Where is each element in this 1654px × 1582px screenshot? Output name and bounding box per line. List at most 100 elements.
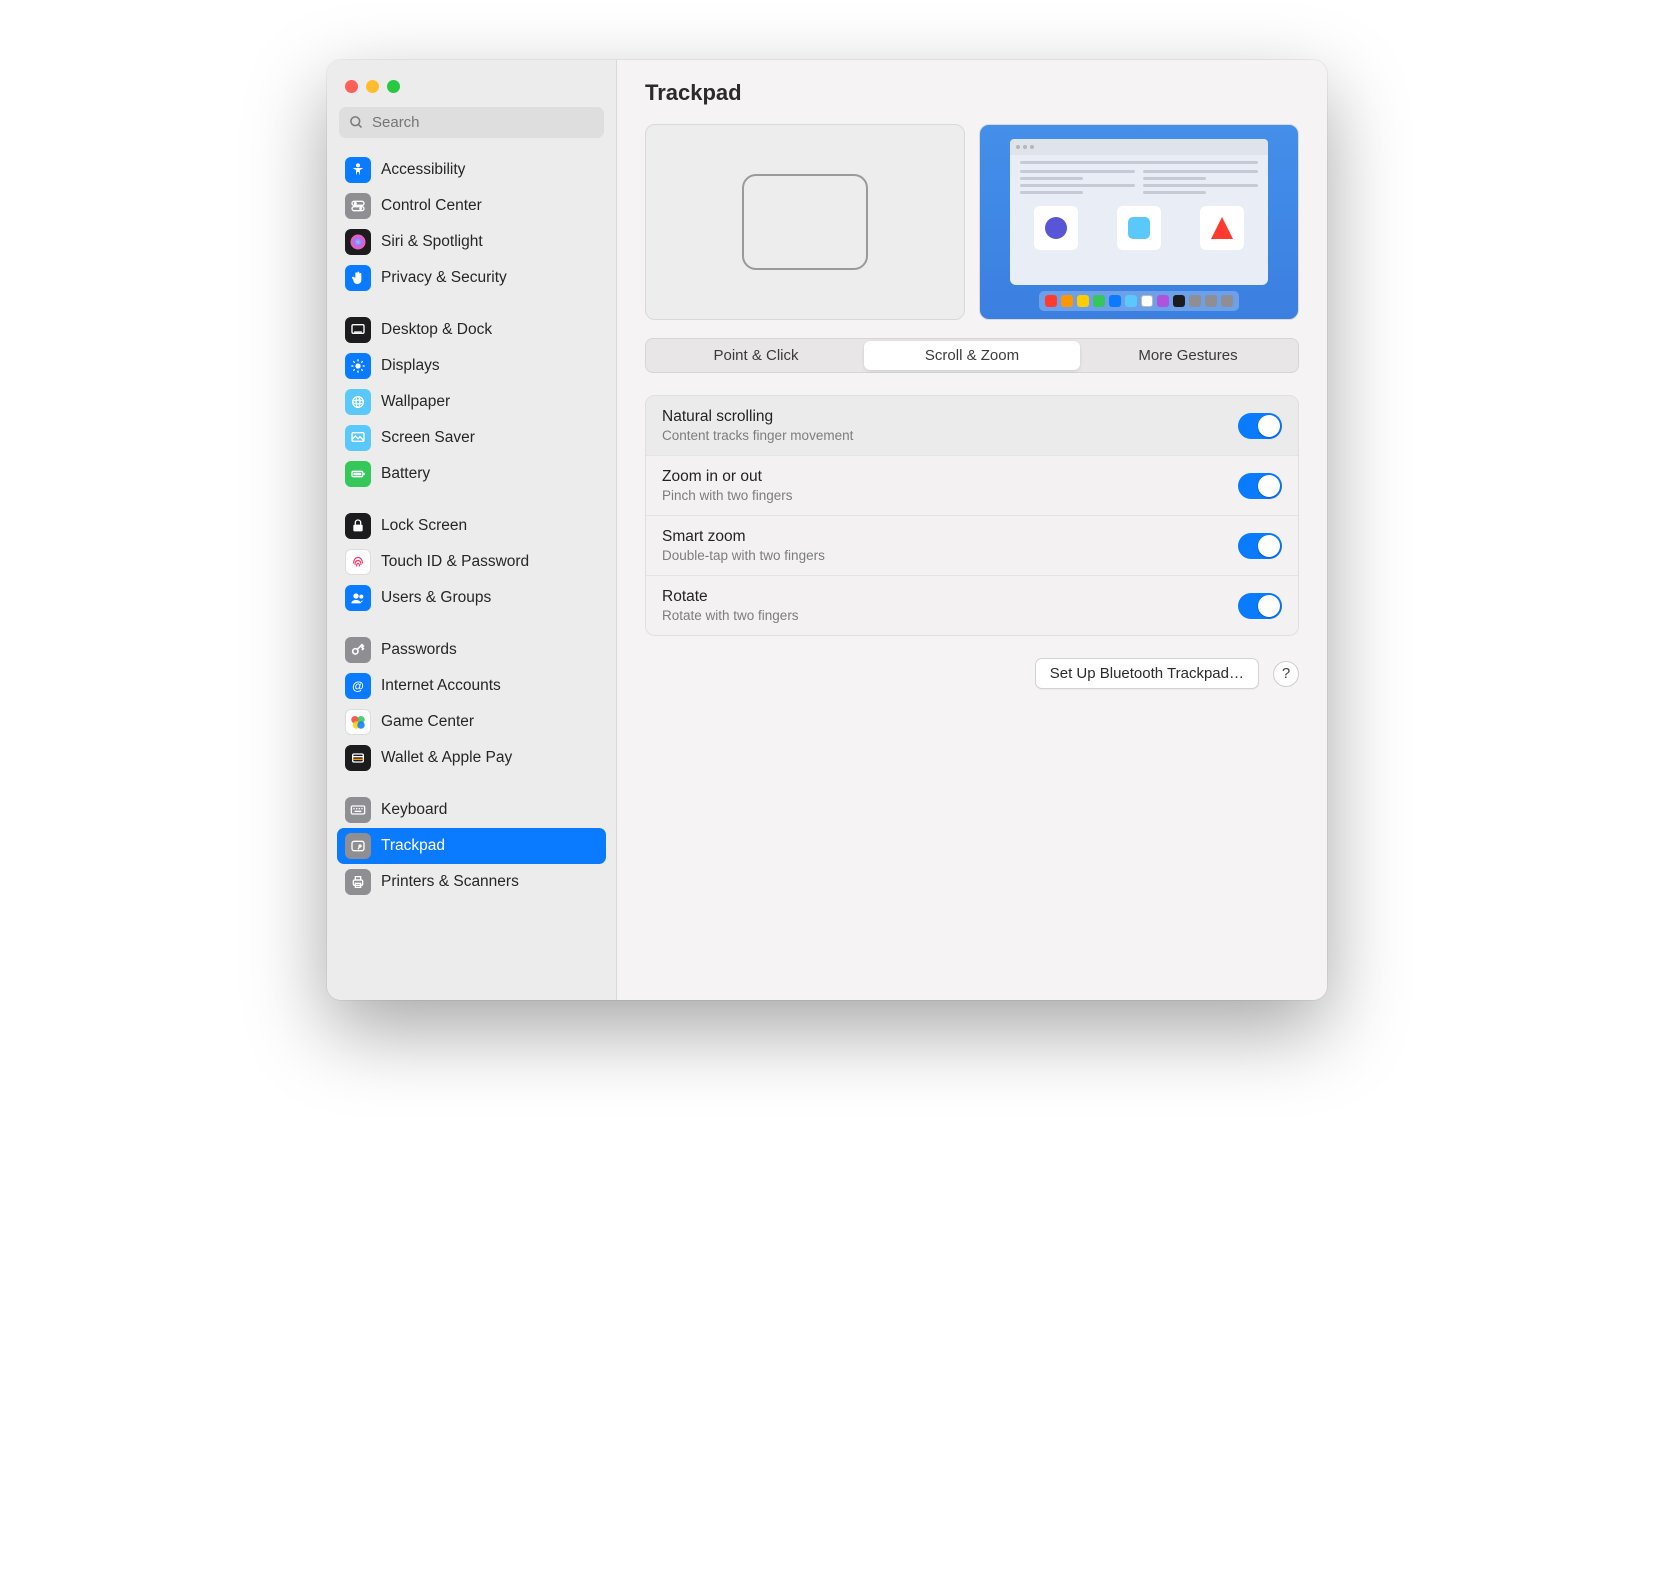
sidebar-item-label: Touch ID & Password [381,553,529,571]
setting-subtitle: Pinch with two fingers [662,488,793,503]
sidebar-item-label: Screen Saver [381,429,475,447]
sidebar-item-label: Privacy & Security [381,269,507,287]
sidebar-item-label: Game Center [381,713,474,731]
sidebar-item-control-center[interactable]: Control Center [337,188,606,224]
sidebar-item-internet-accounts[interactable]: @ Internet Accounts [337,668,606,704]
search-icon [349,115,364,130]
preview-window [1010,139,1268,285]
sidebar: Accessibility Control Center Siri & Spotli… [327,60,617,1000]
sidebar-item-label: Siri & Spotlight [381,233,483,251]
trackpad-shape-icon [742,174,868,270]
tab-scroll-zoom[interactable]: Scroll & Zoom [864,341,1080,370]
sidebar-item-screen-saver[interactable]: Screen Saver [337,420,606,456]
sidebar-item-printers-scanners[interactable]: Printers & Scanners [337,864,606,900]
search-input[interactable] [372,114,594,131]
sidebar-item-wallet-apple-pay[interactable]: Wallet & Apple Pay [337,740,606,776]
sidebar-item-accessibility[interactable]: Accessibility [337,152,606,188]
sidebar-item-siri-spotlight[interactable]: Siri & Spotlight [337,224,606,260]
users-icon [345,585,371,611]
setting-title: Natural scrolling [662,408,853,426]
tab-point-click[interactable]: Point & Click [648,341,864,370]
preview-dock [1039,291,1239,311]
sidebar-item-label: Accessibility [381,161,465,179]
help-button[interactable]: ? [1273,661,1299,687]
setting-title: Smart zoom [662,528,825,546]
sidebar-item-label: Desktop & Dock [381,321,492,339]
setting-row-smart-zoom: Smart zoom Double-tap with two fingers [646,515,1298,575]
sidebar-item-label: Displays [381,357,440,375]
battery-icon [345,461,371,487]
at-icon: @ [345,673,371,699]
setting-title: Zoom in or out [662,468,793,486]
sidebar-item-desktop-dock[interactable]: Desktop & Dock [337,312,606,348]
sidebar-item-battery[interactable]: Battery [337,456,606,492]
sidebar-item-label: Keyboard [381,801,447,819]
sidebar-item-privacy-security[interactable]: Privacy & Security [337,260,606,296]
sidebar-item-lock-screen[interactable]: Lock Screen [337,508,606,544]
toggle-natural-scrolling[interactable] [1238,413,1282,439]
toggle-rotate[interactable] [1238,593,1282,619]
preview-row [645,124,1299,320]
sidebar-item-touch-id-password[interactable]: Touch ID & Password [337,544,606,580]
sidebar-nav: Accessibility Control Center Siri & Spotli… [327,148,616,1000]
setting-row-rotate: Rotate Rotate with two fingers [646,575,1298,635]
close-button[interactable] [345,80,358,93]
printer-icon [345,869,371,895]
setting-row-zoom-in-or-out: Zoom in or out Pinch with two fingers [646,455,1298,515]
sidebar-item-users-groups[interactable]: Users & Groups [337,580,606,616]
displays-icon [345,353,371,379]
wallpaper-icon [345,389,371,415]
desktop-preview [979,124,1299,320]
sidebar-item-wallpaper[interactable]: Wallpaper [337,384,606,420]
setup-bluetooth-trackpad-button[interactable]: Set Up Bluetooth Trackpad… [1035,658,1259,689]
setting-subtitle: Rotate with two fingers [662,608,799,623]
siri-icon [345,229,371,255]
window-controls [327,76,616,107]
gamecenter-icon [345,709,371,735]
system-settings-window: Accessibility Control Center Siri & Spotli… [327,60,1327,1000]
sidebar-item-game-center[interactable]: Game Center [337,704,606,740]
toggle-smart-zoom[interactable] [1238,533,1282,559]
tab-more-gestures[interactable]: More Gestures [1080,341,1296,370]
footer: Set Up Bluetooth Trackpad… ? [645,658,1299,689]
svg-text:@: @ [352,679,364,693]
page-title: Trackpad [645,80,1299,106]
sidebar-item-label: Printers & Scanners [381,873,519,891]
sidebar-item-displays[interactable]: Displays [337,348,606,384]
trackpad-icon [345,833,371,859]
control-center-icon [345,193,371,219]
maximize-button[interactable] [387,80,400,93]
sidebar-item-label: Lock Screen [381,517,467,535]
search-field[interactable] [339,107,604,138]
sidebar-item-label: Battery [381,465,430,483]
setting-row-natural-scrolling: Natural scrolling Content tracks finger m… [646,396,1298,455]
hand-icon [345,265,371,291]
setting-subtitle: Content tracks finger movement [662,428,853,443]
settings-group: Natural scrolling Content tracks finger m… [645,395,1299,636]
sidebar-item-label: Internet Accounts [381,677,501,695]
sidebar-item-label: Trackpad [381,837,445,855]
wallet-icon [345,745,371,771]
setting-subtitle: Double-tap with two fingers [662,548,825,563]
sidebar-item-trackpad[interactable]: Trackpad [337,828,606,864]
setting-title: Rotate [662,588,799,606]
tab-bar: Point & ClickScroll & ZoomMore Gestures [645,338,1299,373]
screensaver-icon [345,425,371,451]
key-icon [345,637,371,663]
sidebar-item-label: Passwords [381,641,457,659]
touchid-icon [345,549,371,575]
sidebar-item-label: Wallpaper [381,393,450,411]
desktop-dock-icon [345,317,371,343]
sidebar-item-label: Control Center [381,197,482,215]
accessibility-icon [345,157,371,183]
sidebar-item-label: Users & Groups [381,589,491,607]
minimize-button[interactable] [366,80,379,93]
keyboard-icon [345,797,371,823]
lock-icon [345,513,371,539]
sidebar-item-keyboard[interactable]: Keyboard [337,792,606,828]
sidebar-item-label: Wallet & Apple Pay [381,749,512,767]
trackpad-preview [645,124,965,320]
main-content: Trackpad [617,60,1327,1000]
sidebar-item-passwords[interactable]: Passwords [337,632,606,668]
toggle-zoom-in-or-out[interactable] [1238,473,1282,499]
